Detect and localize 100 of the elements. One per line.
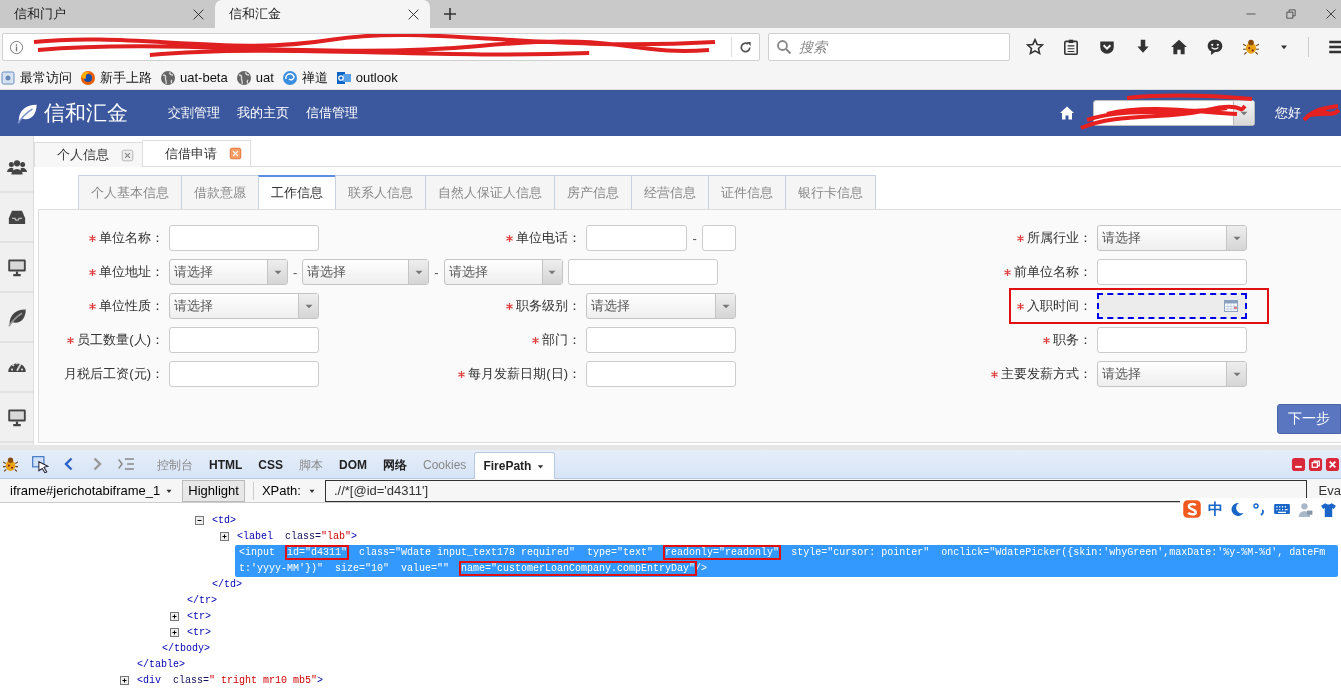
- bookmark-link[interactable]: 新手上路: [80, 68, 152, 87]
- bookmark-link[interactable]: uat-beta: [160, 69, 228, 86]
- panel-tab[interactable]: 网络: [375, 452, 415, 478]
- expand-icon[interactable]: [170, 612, 179, 621]
- field-label: 每月发薪日期(日)：: [458, 365, 586, 383]
- field-label: 月税后工资(元)：: [64, 365, 165, 383]
- monitor-icon[interactable]: [6, 257, 27, 277]
- panel-tab[interactable]: CSS: [250, 452, 291, 478]
- select-field[interactable]: 请选择: [586, 293, 736, 319]
- eval-button[interactable]: Eva: [1318, 483, 1341, 498]
- inspect-icon[interactable]: [31, 455, 49, 473]
- bookmark-link[interactable]: outlook: [335, 69, 398, 86]
- text-field[interactable]: [169, 361, 319, 387]
- expand-icon[interactable]: [220, 532, 229, 541]
- page-tab[interactable]: 信借申请: [142, 140, 251, 166]
- ime-logo-icon[interactable]: [1182, 499, 1202, 519]
- chevron-shield-icon[interactable]: [1098, 38, 1116, 56]
- punctuation-icon[interactable]: [1251, 501, 1267, 517]
- home-icon[interactable]: [1059, 105, 1075, 121]
- highlight-button[interactable]: Highlight: [182, 479, 245, 502]
- field-label: 职务级别：: [506, 297, 586, 315]
- calendar-icon[interactable]: [1223, 298, 1239, 314]
- code-line[interactable]: </table>: [135, 657, 187, 673]
- search-field[interactable]: 搜索: [768, 33, 1010, 61]
- text-field[interactable]: [586, 327, 736, 353]
- nav-link[interactable]: 我的主页: [237, 104, 289, 122]
- users-icon[interactable]: [6, 157, 27, 177]
- fox-globe-icon: [80, 69, 96, 86]
- code-line[interactable]: </td>: [210, 577, 244, 593]
- code-line[interactable]: <tr>: [185, 609, 213, 625]
- user-card-icon[interactable]: [1297, 500, 1314, 518]
- bug-icon[interactable]: [1242, 38, 1260, 56]
- nav-link[interactable]: 交割管理: [168, 104, 220, 122]
- next-button[interactable]: 下一步: [1277, 404, 1341, 434]
- text-field[interactable]: [567, 259, 718, 285]
- star-icon[interactable]: [1026, 38, 1044, 56]
- code-line[interactable]: </tbody>: [160, 641, 212, 657]
- menu-icon[interactable]: [1327, 38, 1341, 56]
- nav-link[interactable]: 信借管理: [306, 104, 358, 122]
- separator-text: -: [434, 264, 439, 280]
- select-field[interactable]: 请选择: [443, 259, 563, 285]
- code-line[interactable]: <tr>: [185, 625, 213, 641]
- close-icon[interactable]: [1325, 8, 1337, 20]
- bookmark-link[interactable]: 禅道: [281, 68, 328, 87]
- panel-tab[interactable]: HTML: [201, 452, 251, 478]
- home-icon[interactable]: [1170, 38, 1188, 56]
- text-field[interactable]: [169, 327, 319, 353]
- page-tab[interactable]: 个人信息: [34, 142, 143, 167]
- code-line[interactable]: <td>: [210, 513, 238, 529]
- new-tab-icon[interactable]: [442, 6, 458, 22]
- clipboard-icon[interactable]: [1062, 38, 1080, 56]
- ime-mode-toggle[interactable]: 中: [1208, 499, 1223, 519]
- url-field[interactable]: [2, 33, 760, 61]
- field-label: 单位地址：: [89, 263, 169, 281]
- select-field[interactable]: 请选择: [1097, 361, 1247, 387]
- info-icon[interactable]: [9, 39, 24, 55]
- leaf-icon[interactable]: [6, 307, 27, 327]
- text-field[interactable]: [586, 225, 688, 251]
- panel-tab[interactable]: FirePath: [474, 452, 556, 479]
- text-field[interactable]: [701, 225, 736, 251]
- xpath-field[interactable]: .//*[@id='d4311']: [324, 479, 1307, 502]
- minimize-icon[interactable]: [1291, 456, 1306, 472]
- bug-icon[interactable]: [2, 455, 19, 473]
- restore-icon[interactable]: [1285, 8, 1297, 20]
- expand-icon[interactable]: [120, 676, 129, 685]
- mail-app-icon: [335, 69, 352, 86]
- close-icon[interactable]: [1325, 456, 1340, 472]
- select-field[interactable]: 请选择: [302, 259, 430, 285]
- select-field[interactable]: 请选择: [169, 293, 319, 319]
- select-field[interactable]: 请选择: [1097, 225, 1247, 251]
- date-field[interactable]: [1097, 293, 1247, 319]
- text-field[interactable]: [586, 361, 736, 387]
- text-field[interactable]: [1097, 327, 1247, 353]
- field-label: 员工数量(人)：: [67, 331, 169, 349]
- frame-select[interactable]: iframe#jerichotabiframe_1: [6, 483, 179, 498]
- code-line[interactable]: <div class=" tright mr10 mb5">: [135, 673, 326, 689]
- chat-smiley-icon[interactable]: [1206, 38, 1224, 56]
- reload-icon[interactable]: [738, 39, 753, 55]
- monitor-icon[interactable]: [6, 407, 27, 427]
- close-icon[interactable]: [192, 7, 205, 21]
- collapse-icon[interactable]: [195, 516, 204, 525]
- xpath-select[interactable]: XPath:: [261, 483, 317, 498]
- swirl-icon: [281, 69, 298, 86]
- browser-tab[interactable]: 信和门户: [0, 0, 215, 28]
- browser-tab[interactable]: 信和汇金: [215, 0, 430, 28]
- text-field[interactable]: [169, 225, 319, 251]
- close-icon[interactable]: [407, 7, 420, 21]
- select-field[interactable]: 请选择: [169, 259, 288, 285]
- greeting-text: 您好: [1275, 104, 1301, 122]
- text-field[interactable]: [1097, 259, 1247, 285]
- bookmark-link[interactable]: 最常访问: [0, 68, 72, 87]
- expand-icon[interactable]: [170, 628, 179, 637]
- panel-tab[interactable]: DOM: [331, 452, 375, 478]
- code-line[interactable]: </tr>: [185, 593, 219, 609]
- shirt-icon[interactable]: [1320, 500, 1337, 518]
- restore-icon[interactable]: [1308, 456, 1323, 472]
- list-icon[interactable]: [117, 455, 135, 473]
- moon-icon[interactable]: [1229, 501, 1245, 517]
- bookmark-link[interactable]: uat: [235, 69, 274, 86]
- code-line[interactable]: <label class="lab">: [235, 529, 360, 545]
